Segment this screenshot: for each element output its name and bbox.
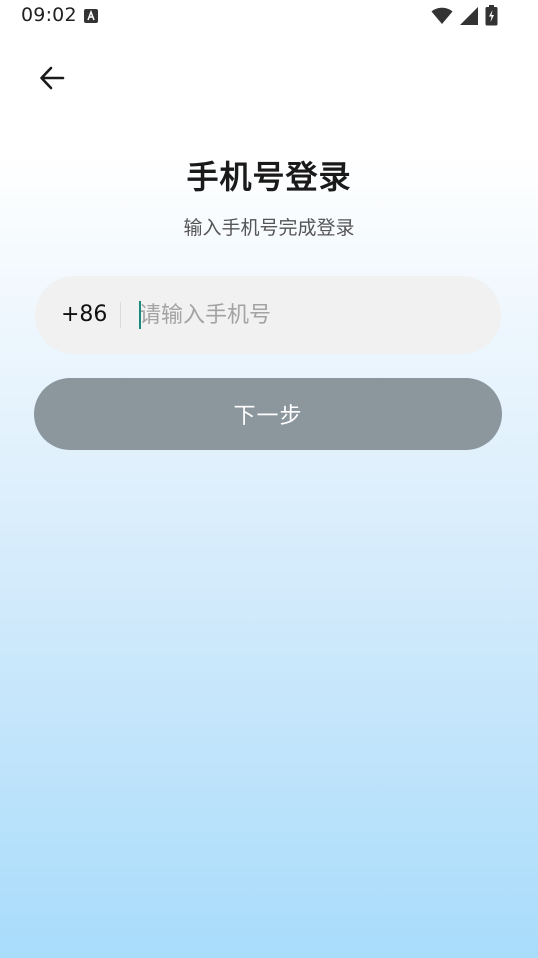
phone-input-container[interactable]: +86 <box>35 276 501 354</box>
text-caret <box>139 301 141 329</box>
status-bar: 09:02 <box>0 0 538 32</box>
status-time: 09:02 <box>21 4 77 26</box>
back-button[interactable] <box>34 62 70 98</box>
wifi-icon <box>431 7 453 29</box>
next-button[interactable]: 下一步 <box>34 378 502 450</box>
country-code-selector[interactable]: +86 <box>61 276 107 354</box>
battery-charging-icon <box>485 5 498 30</box>
status-icons <box>431 5 498 30</box>
page-title: 手机号登录 <box>186 158 352 196</box>
phone-input[interactable] <box>139 276 469 354</box>
arrow-left-icon <box>37 63 67 97</box>
divider <box>120 302 121 328</box>
page-subtitle: 输入手机号完成登录 <box>183 217 355 239</box>
a-letter-icon <box>84 8 98 23</box>
signal-icon <box>459 6 479 30</box>
